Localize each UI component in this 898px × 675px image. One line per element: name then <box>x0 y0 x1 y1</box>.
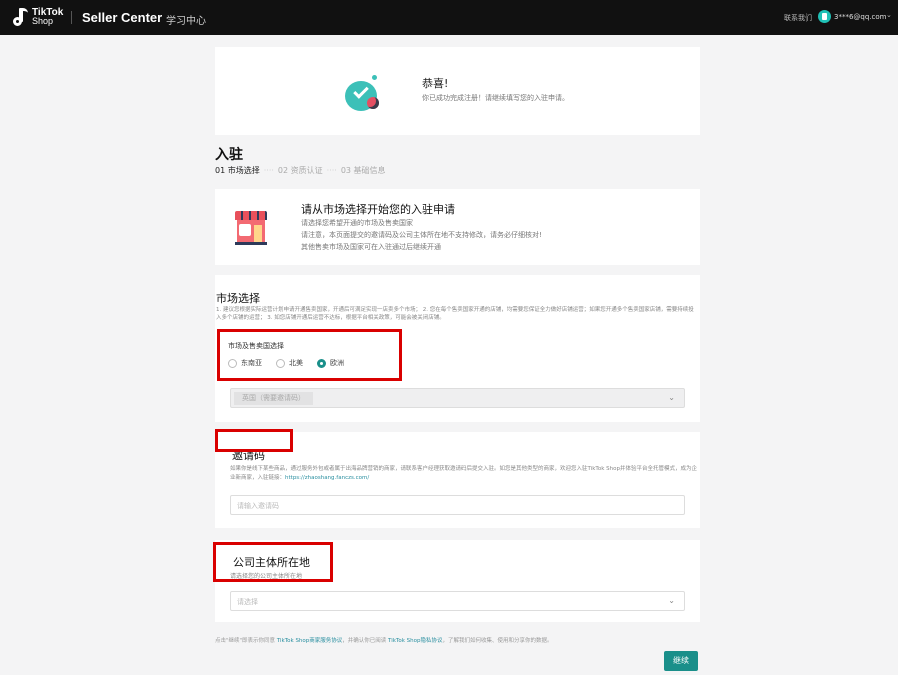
step-1: 01 市场选择 <box>215 166 260 175</box>
company-location-select[interactable]: 请选择 ⌄ <box>230 591 685 611</box>
logo-text: TikTok Shop <box>32 8 63 26</box>
step-separator: ···· <box>263 166 274 175</box>
intro-card: 请从市场选择开始您的入驻申请 请选择您希望开通的市场及售卖国家 请注意，本页面提… <box>215 189 700 265</box>
merchant-agreement-link[interactable]: TikTok Shop商家服务协议 <box>277 638 342 644</box>
intro-title: 请从市场选择开始您的入驻申请 <box>301 203 455 216</box>
learning-center-link[interactable]: 学习中心 <box>166 12 206 27</box>
tiktok-shop-logo[interactable]: TikTok Shop <box>12 7 63 27</box>
invite-code-input[interactable]: 请输入邀请码 <box>230 495 685 515</box>
logo-line2: Shop <box>32 16 54 26</box>
market-selection-description: 1. 建议您根据实际运营计划申请开通售卖国家，开通后可满足实现一店卖多个市场； … <box>216 307 694 321</box>
step-2: 02 资质认证 <box>277 166 323 175</box>
highlight-box <box>217 329 402 381</box>
terms-note: 点击"继续"即表示你同意 TikTok Shop商家服务协议，并确认你已阅读 T… <box>215 636 553 644</box>
chevron-down-icon[interactable]: ⌄ <box>886 11 892 19</box>
privacy-policy-link[interactable]: TikTok Shop隐私协议 <box>388 638 442 644</box>
chevron-down-icon[interactable]: ⌄ <box>668 393 675 402</box>
account-email[interactable]: 3***6@qq.com <box>834 13 886 21</box>
contact-us-link[interactable]: 联系我们 <box>784 13 812 23</box>
invite-link[interactable]: https://zhaoshang.fanczs.com/ <box>285 475 369 481</box>
country-select[interactable]: 英国（需要邀请码） ⌄ <box>230 388 685 408</box>
tiktok-note-icon <box>12 7 28 27</box>
divider <box>806 13 807 22</box>
success-title: 恭喜! <box>422 77 449 90</box>
step-indicator: 01 市场选择 ···· 02 资质认证 ···· 03 基础信息 <box>215 165 386 176</box>
market-selection-title: 市场选择 <box>216 292 260 305</box>
highlight-box <box>213 542 333 582</box>
intro-line: 其他售卖市场及国家可在入驻通过后继续开通 <box>301 243 441 251</box>
terms-prefix: 点击"继续"即表示你同意 <box>215 638 277 644</box>
intro-line: 请注意，本页面提交的邀请码及公司主体所在地不支持修改，请务必仔细核对! <box>301 231 542 239</box>
continue-button[interactable]: 继续 <box>664 651 698 671</box>
page-title: 入驻 <box>215 147 243 163</box>
step-3: 03 基础信息 <box>340 166 386 175</box>
account-avatar-icon[interactable] <box>818 10 831 23</box>
intro-line: 请选择您希望开通的市场及售卖国家 <box>301 219 413 227</box>
terms-middle: ，并确认你已阅读 <box>342 638 389 644</box>
success-card: 恭喜! 你已成功完成注册！请继续填写您的入驻申请。 <box>215 47 700 135</box>
success-subtitle: 你已成功完成注册！请继续填写您的入驻申请。 <box>422 94 569 102</box>
highlight-box <box>215 429 293 452</box>
chevron-down-icon[interactable]: ⌄ <box>668 596 675 605</box>
seller-center-title[interactable]: Seller Center <box>82 10 162 25</box>
terms-suffix: ，了解我们如何收集、使用和分享你的数据。 <box>442 638 553 644</box>
select-placeholder: 请选择 <box>237 598 258 606</box>
country-tag[interactable]: 英国（需要邀请码） <box>234 392 313 405</box>
divider <box>71 11 72 24</box>
success-check-icon <box>345 75 381 111</box>
invite-code-description: 如果你是线下某些商品，通过服务外包或者属于出海品牌营销的商家，请联系客户经理获取… <box>230 465 698 483</box>
step-separator: ···· <box>326 166 337 175</box>
top-nav-bar: TikTok Shop Seller Center 学习中心 联系我们 3***… <box>0 0 898 35</box>
storefront-icon <box>235 211 267 245</box>
